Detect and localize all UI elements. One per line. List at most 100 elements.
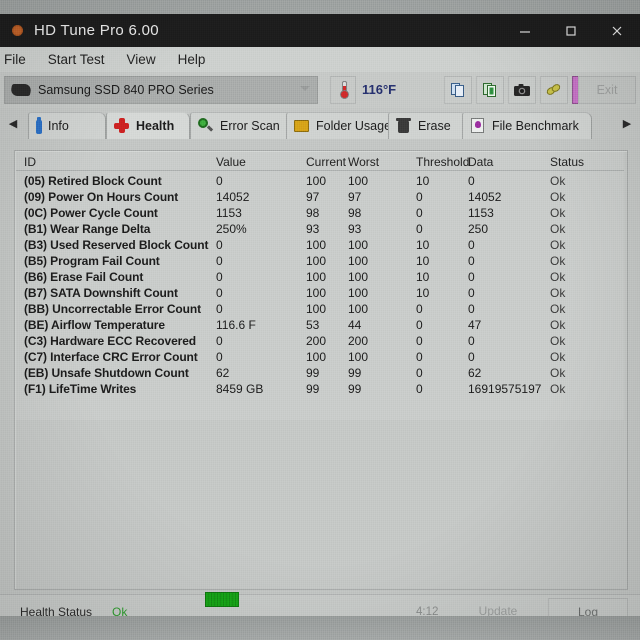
- tab-health[interactable]: Health: [106, 112, 190, 139]
- folder-link-icon[interactable]: [540, 76, 568, 104]
- column-header-current[interactable]: Current: [306, 155, 346, 169]
- benchmark-icon: [470, 118, 486, 134]
- table-row[interactable]: (B1) Wear Range Delta 250% 93 93 0 250 Ok: [16, 221, 624, 237]
- cell-data: 14052: [468, 190, 502, 204]
- tab-info-label: Info: [48, 119, 69, 133]
- cell-threshold: 0: [416, 302, 423, 316]
- cell-data: 0: [468, 174, 475, 188]
- tab-file-benchmark[interactable]: File Benchmark: [462, 112, 592, 139]
- cell-threshold: 10: [416, 270, 430, 284]
- table-header-row: ID Value Current Worst Threshold Data Status: [16, 152, 624, 171]
- smart-attributes-table: ID Value Current Worst Threshold Data Status (…: [16, 152, 624, 420]
- tab-erase[interactable]: Erase: [388, 112, 468, 139]
- column-header-data[interactable]: Data: [468, 155, 493, 169]
- tab-info[interactable]: Info: [28, 112, 106, 139]
- cell-worst: 200: [348, 334, 369, 348]
- drive-select[interactable]: Samsung SSD 840 PRO Series: [4, 76, 318, 104]
- cell-threshold: 10: [416, 174, 430, 188]
- cell-value: 0: [216, 174, 223, 188]
- cell-data: 0: [468, 254, 475, 268]
- health-panel: ID Value Current Worst Threshold Data Status (…: [14, 150, 628, 590]
- cell-id: (B5) Program Fail Count: [24, 254, 160, 268]
- camera-icon[interactable]: [508, 76, 536, 104]
- cell-worst: 99: [348, 382, 362, 396]
- cell-data: 0: [468, 238, 475, 252]
- cell-status: Ok: [550, 382, 566, 396]
- table-row[interactable]: (09) Power On Hours Count 14052 97 97 0 14052…: [16, 189, 624, 205]
- tab-scroll-right-icon[interactable]: ▶: [620, 116, 634, 130]
- table-row[interactable]: (BB) Uncorrectable Error Count 0 100 100 0 0 O…: [16, 301, 624, 317]
- table-row[interactable]: (0C) Power Cycle Count 1153 98 98 0 1153 Ok: [16, 205, 624, 221]
- cell-threshold: 0: [416, 350, 423, 364]
- exit-button[interactable]: Exit: [578, 76, 636, 104]
- cell-data: 16919575197: [468, 382, 542, 396]
- menu-item-file[interactable]: File: [0, 52, 36, 67]
- drive-select-value: Samsung SSD 840 PRO Series: [38, 83, 214, 97]
- cell-data: 62: [468, 366, 482, 380]
- magnifier-icon: [198, 118, 214, 134]
- cell-current: 100: [306, 238, 327, 252]
- cell-worst: 98: [348, 206, 362, 220]
- minimize-icon[interactable]: [502, 14, 548, 47]
- cell-value: 116.6 F: [216, 318, 256, 332]
- menu-item-start-test[interactable]: Start Test: [38, 52, 115, 67]
- table-row[interactable]: (BE) Airflow Temperature 116.6 F 53 44 0 47 Ok: [16, 317, 624, 333]
- cell-id: (EB) Unsafe Shutdown Count: [24, 366, 189, 380]
- table-row[interactable]: (C7) Interface CRC Error Count 0 100 100 0 0 O…: [16, 349, 624, 365]
- info-icon: [36, 119, 42, 134]
- table-header-rule: [16, 170, 624, 171]
- cell-value: 0: [216, 238, 223, 252]
- cell-threshold: 0: [416, 318, 423, 332]
- column-header-worst[interactable]: Worst: [348, 155, 379, 169]
- cell-data: 0: [468, 270, 475, 284]
- column-header-status[interactable]: Status: [550, 155, 584, 169]
- cell-current: 200: [306, 334, 327, 348]
- table-row[interactable]: (B7) SATA Downshift Count 0 100 100 10 0 Ok: [16, 285, 624, 301]
- cell-value: 0: [216, 334, 223, 348]
- cell-value: 14052: [216, 190, 250, 204]
- chevron-down-icon[interactable]: [300, 86, 310, 91]
- copy-excel-icon[interactable]: [476, 76, 504, 104]
- tab-bar: ◀ ▶ Info Health Error Scan Folder Usage …: [0, 108, 640, 139]
- cell-status: Ok: [550, 174, 566, 188]
- column-header-value[interactable]: Value: [216, 155, 246, 169]
- close-icon[interactable]: [594, 14, 640, 47]
- cell-id: (B1) Wear Range Delta: [24, 222, 151, 236]
- copy-icon[interactable]: [444, 76, 472, 104]
- table-row[interactable]: (F1) LifeTime Writes 8459 GB 99 99 0 16919575…: [16, 381, 624, 397]
- cell-value: 0: [216, 286, 223, 300]
- temperature-value: 116°F: [362, 82, 397, 97]
- app-icon: [12, 25, 23, 36]
- cell-status: Ok: [550, 190, 566, 204]
- table-row[interactable]: (05) Retired Block Count 0 100 100 10 0 Ok: [16, 173, 624, 189]
- cell-id: (B3) Used Reserved Block Count: [24, 238, 209, 252]
- column-header-threshold[interactable]: Threshold: [416, 155, 469, 169]
- cell-status: Ok: [550, 318, 566, 332]
- table-row[interactable]: (C3) Hardware ECC Recovered 0 200 200 0 0 Ok: [16, 333, 624, 349]
- cell-current: 99: [306, 366, 320, 380]
- maximize-icon[interactable]: [548, 14, 594, 47]
- menu-item-help[interactable]: Help: [168, 52, 216, 67]
- table-row[interactable]: (B6) Erase Fail Count 0 100 100 10 0 Ok: [16, 269, 624, 285]
- cell-current: 97: [306, 190, 320, 204]
- table-row[interactable]: (B3) Used Reserved Block Count 0 100 100 10 0…: [16, 237, 624, 253]
- tab-error-scan[interactable]: Error Scan: [190, 112, 296, 139]
- thermometer-icon: [330, 76, 356, 104]
- cell-threshold: 10: [416, 254, 430, 268]
- cell-id: (0C) Power Cycle Count: [24, 206, 158, 220]
- cell-status: Ok: [550, 350, 566, 364]
- cell-status: Ok: [550, 254, 566, 268]
- cell-status: Ok: [550, 238, 566, 252]
- title-bar: HD Tune Pro 6.00: [0, 14, 640, 47]
- column-header-id[interactable]: ID: [24, 155, 36, 169]
- photo-top-band: [0, 0, 640, 14]
- cell-worst: 93: [348, 222, 362, 236]
- menu-item-view[interactable]: View: [117, 52, 166, 67]
- cell-data: 250: [468, 222, 489, 236]
- photo-bottom-band: [0, 616, 640, 640]
- tab-scroll-left-icon[interactable]: ◀: [6, 116, 20, 130]
- table-row[interactable]: (EB) Unsafe Shutdown Count 62 99 99 0 62 Ok: [16, 365, 624, 381]
- cell-status: Ok: [550, 302, 566, 316]
- table-row[interactable]: (B5) Program Fail Count 0 100 100 10 0 Ok: [16, 253, 624, 269]
- cell-id: (F1) LifeTime Writes: [24, 382, 137, 396]
